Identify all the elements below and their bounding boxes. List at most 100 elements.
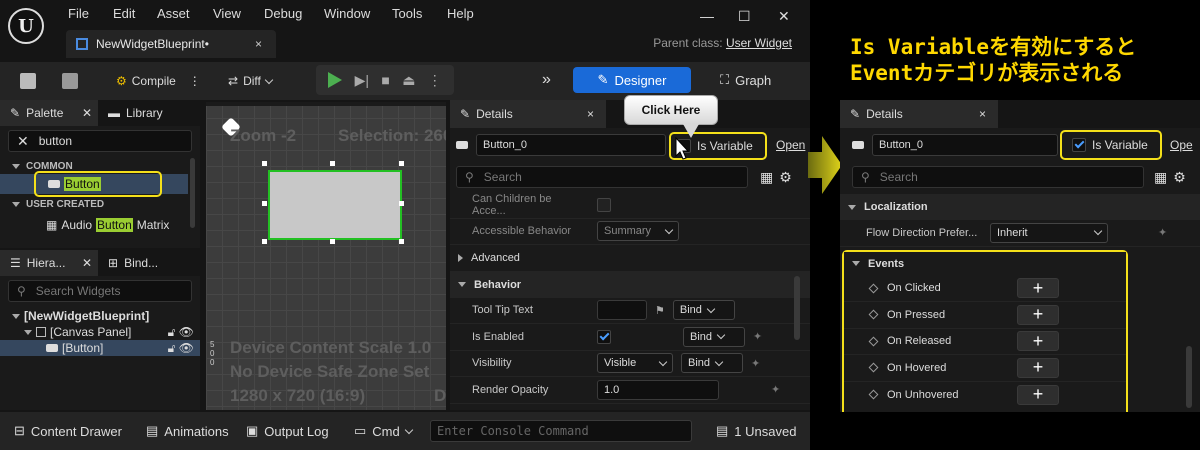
flag-icon[interactable]: ⚑ [655, 304, 665, 317]
visibility-dropdown[interactable]: Visible [597, 353, 673, 374]
palette-item-audio-button-matrix[interactable]: ▦ Audio Button Matrix [0, 216, 200, 234]
expand-icon[interactable]: » [542, 71, 551, 89]
pin-icon[interactable]: ✦ [1158, 226, 1167, 239]
compile-button[interactable]: ⚙ Compile ⋮ [116, 69, 201, 93]
resize-handle[interactable] [262, 201, 267, 206]
grid-view-icon[interactable]: ▦ [760, 169, 773, 186]
details-search-input[interactable]: ⚲ Search [852, 166, 1144, 188]
resize-handle[interactable] [399, 239, 404, 244]
add-event-button[interactable]: + [1017, 278, 1059, 299]
section-advanced[interactable]: Advanced [450, 245, 810, 272]
resize-handle[interactable] [262, 239, 267, 244]
widget-name-input[interactable]: Button_0 [476, 134, 666, 156]
visibility-eye-icon[interactable]: 🔓︎ 👁︎ [168, 341, 194, 356]
output-log-button[interactable]: ▣ Output Log [246, 423, 329, 439]
is-enabled-bind-dropdown[interactable]: Bind [683, 326, 745, 347]
tab-details-close-icon[interactable]: × [587, 107, 594, 121]
eject-icon[interactable]: ⏏ [402, 72, 415, 89]
grid-view-icon[interactable]: ▦ [1154, 169, 1167, 186]
resize-handle[interactable] [399, 201, 404, 206]
details-search-input[interactable]: ⚲ Search [456, 166, 748, 188]
tab-new-widget-blueprint[interactable]: NewWidgetBlueprint• × [66, 30, 276, 58]
play-options-icon[interactable]: ⋮ [428, 72, 442, 89]
resize-handle[interactable] [399, 161, 404, 166]
tree-button[interactable]: [Button] 🔓︎ 👁︎ [0, 340, 200, 356]
graph-button[interactable]: ⛶ Graph [720, 72, 771, 88]
details-scrollbar[interactable] [794, 276, 800, 340]
tooltip-bind-dropdown[interactable]: Bind [672, 300, 735, 321]
settings-gear-icon[interactable]: ⚙ [779, 169, 792, 186]
tooltip-text-input[interactable] [597, 300, 647, 321]
add-event-button[interactable]: + [1017, 357, 1059, 378]
add-event-button[interactable]: + [1017, 384, 1059, 405]
designer-canvas[interactable]: Zoom -2 Selection: 260 5 0 0 Device Cont… [206, 102, 446, 410]
add-event-button[interactable]: + [1017, 304, 1059, 325]
parent-class-link[interactable]: User Widget [726, 36, 792, 50]
menu-tools[interactable]: Tools [392, 6, 422, 21]
tab-library[interactable]: ▬ Library [98, 100, 163, 126]
minimize-button[interactable]: — [700, 8, 714, 24]
hierarchy-search-input[interactable]: ⚲ Search Widgets [8, 280, 192, 302]
menu-window[interactable]: Window [324, 6, 370, 21]
tab-details[interactable]: ✎ Details × [840, 100, 998, 128]
tab-bind-widgets[interactable]: ⊞ Bind... [98, 250, 158, 276]
pin-icon[interactable]: ✦ [751, 357, 760, 370]
menu-view[interactable]: View [213, 6, 241, 21]
diff-button[interactable]: ⇄ Diff [228, 69, 274, 93]
stop-icon[interactable]: ■ [381, 72, 389, 88]
tab-hierarchy-close-icon[interactable]: ✕ [82, 256, 92, 270]
palette-scrollbar[interactable] [190, 158, 195, 228]
console-command-input[interactable]: Enter Console Command [430, 420, 692, 442]
menu-asset[interactable]: Asset [157, 6, 190, 21]
browse-button[interactable] [62, 69, 78, 93]
open-link[interactable]: Ope [1170, 138, 1193, 152]
settings-gear-icon[interactable]: ⚙ [1173, 169, 1186, 186]
palette-item-button[interactable]: Button [34, 171, 162, 197]
tab-close-icon[interactable]: × [255, 37, 262, 51]
section-behavior[interactable]: Behavior [450, 271, 810, 298]
tab-hierarchy[interactable]: ☰ Hiera... ✕ [0, 250, 98, 276]
section-events[interactable]: Events [844, 251, 1126, 276]
tab-palette-close-icon[interactable]: ✕ [82, 106, 92, 120]
render-opacity-input[interactable]: 1.0 [597, 379, 719, 400]
open-link[interactable]: Open [776, 138, 805, 152]
content-drawer-button[interactable]: ⊟ Content Drawer [14, 423, 122, 439]
resize-handle[interactable] [330, 161, 335, 166]
canvas-button-widget[interactable] [268, 170, 402, 240]
palette-search-input[interactable]: ✕ button [8, 130, 192, 152]
unsaved-indicator[interactable]: ▤ 1 Unsaved [716, 423, 796, 439]
menu-help[interactable]: Help [447, 6, 474, 21]
details-scrollbar[interactable] [1186, 346, 1192, 408]
resize-handle[interactable] [262, 161, 267, 166]
tree-canvas-panel[interactable]: [Canvas Panel] 🔓︎ 👁︎ [0, 324, 200, 340]
maximize-button[interactable]: ☐ [738, 8, 751, 25]
visibility-eye-icon[interactable]: 🔓︎ 👁︎ [168, 325, 194, 340]
resize-handle[interactable] [330, 239, 335, 244]
tab-details-close-icon[interactable]: × [979, 107, 986, 121]
pin-icon[interactable]: ✦ [753, 330, 762, 343]
visibility-bind-dropdown[interactable]: Bind [681, 353, 743, 374]
tree-root[interactable]: [NewWidgetBlueprint] [0, 308, 200, 324]
flow-direction-dropdown[interactable]: Inherit [990, 222, 1108, 243]
widget-name-input[interactable]: Button_0 [872, 134, 1058, 156]
add-event-button[interactable]: + [1017, 331, 1059, 352]
designer-button[interactable]: ✎ Designer [573, 67, 691, 93]
category-user-created[interactable]: USER CREATED [0, 196, 200, 212]
tab-details[interactable]: ✎ Details × [450, 100, 606, 128]
close-window-button[interactable]: ✕ [778, 8, 790, 25]
menu-edit[interactable]: Edit [113, 6, 135, 21]
cmd-dropdown[interactable]: ▭ Cmd [354, 423, 413, 439]
clear-search-icon[interactable]: ✕ [17, 133, 29, 150]
is-variable-checkbox[interactable]: Is Variable [1060, 130, 1162, 160]
menu-debug[interactable]: Debug [264, 6, 302, 21]
animations-button[interactable]: ▤ Animations [146, 423, 229, 439]
unreal-logo-icon[interactable]: U [8, 8, 44, 44]
play-icon[interactable] [328, 72, 343, 88]
step-icon[interactable]: ▶| [355, 72, 369, 89]
save-button[interactable] [20, 69, 36, 93]
menu-file[interactable]: File [68, 6, 89, 21]
is-variable-check[interactable] [1072, 138, 1086, 152]
tab-palette[interactable]: ✎ Palette ✕ [0, 100, 98, 126]
is-enabled-checkbox[interactable] [597, 329, 611, 344]
section-localization[interactable]: Localization [840, 194, 1200, 220]
